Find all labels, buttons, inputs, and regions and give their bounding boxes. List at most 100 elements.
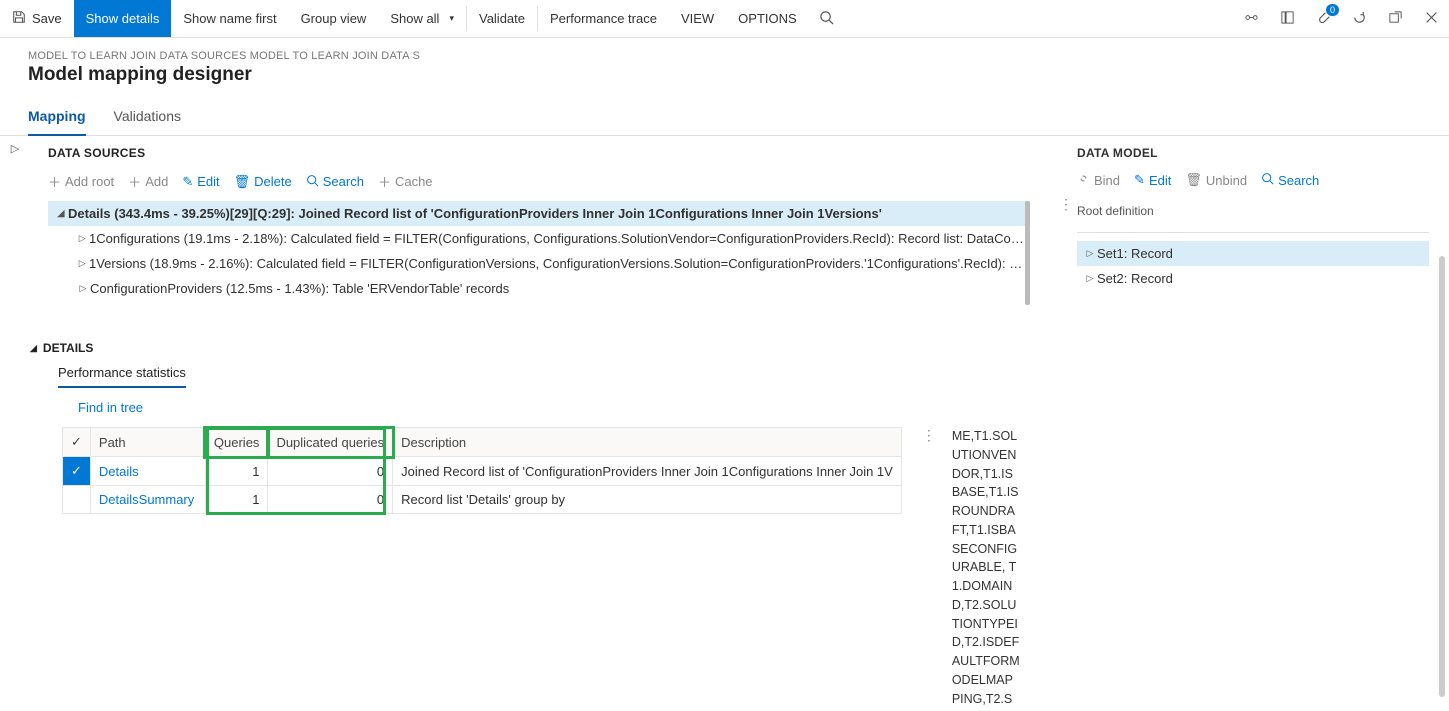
tree-row[interactable]: ▷ConfigurationProviders (12.5ms - 1.43%)… xyxy=(48,276,1030,301)
plus-icon: ＋ xyxy=(128,172,141,191)
tree-row[interactable]: ▷1Versions (18.9ms - 2.16%): Calculated … xyxy=(48,251,1030,276)
group-view-button[interactable]: Group view xyxy=(289,0,379,37)
caret-right-icon[interactable]: ▷ xyxy=(75,258,89,269)
unbind-button[interactable]: 🗑 Unbind xyxy=(1185,172,1247,188)
splitter-handle[interactable]: ⋮ xyxy=(922,427,932,707)
tree-row[interactable]: ▷Set1: Record xyxy=(1077,241,1429,266)
details-header[interactable]: ◢ DETAILS xyxy=(30,341,1041,355)
caret-down-icon[interactable]: ◢ xyxy=(54,208,68,219)
edit-button[interactable]: ✎ Edit xyxy=(182,172,219,191)
attachments-button[interactable]: 0 xyxy=(1305,0,1341,37)
page-title: Model mapping designer xyxy=(28,64,1421,86)
top-toolbar: Save Show details Show name first Group … xyxy=(0,0,1449,38)
cache-label: Cache xyxy=(395,174,433,189)
popout-button[interactable] xyxy=(1377,0,1413,37)
row-check[interactable]: ✓ xyxy=(63,457,91,486)
splitter-handle-main[interactable]: ⋮ xyxy=(1059,196,1069,213)
scrollbar[interactable] xyxy=(1025,201,1030,305)
add-label: Add xyxy=(145,174,168,189)
bind-button[interactable]: Bind xyxy=(1077,172,1120,188)
tab-validations[interactable]: Validations xyxy=(114,102,181,136)
performance-trace-button[interactable]: Performance trace xyxy=(538,0,669,37)
group-view-label: Group view xyxy=(301,11,367,26)
scrollbar[interactable] xyxy=(1439,256,1445,506)
row-path[interactable]: Details xyxy=(90,457,205,486)
search-icon xyxy=(306,174,319,190)
delete-button[interactable]: 🗑 Delete xyxy=(234,172,292,191)
check-icon: ✓ xyxy=(71,463,82,478)
col-queries[interactable]: Queries xyxy=(205,428,268,457)
save-button[interactable]: Save xyxy=(0,0,74,37)
col-path[interactable]: Path xyxy=(90,428,205,457)
office-icon-button[interactable] xyxy=(1269,0,1305,37)
breadcrumb: MODEL TO LEARN JOIN DATA SOURCES MODEL T… xyxy=(28,50,1421,62)
trash-icon: 🗑 xyxy=(234,174,251,190)
tree-row[interactable]: ▷1Configurations (19.1ms - 2.18%): Calcu… xyxy=(48,226,1030,251)
edit-dm-label: Edit xyxy=(1149,173,1171,188)
col-desc[interactable]: Description xyxy=(393,428,902,457)
col-dup[interactable]: Duplicated queries xyxy=(268,428,393,457)
view-button[interactable]: VIEW xyxy=(669,0,726,37)
plus-icon: ＋ xyxy=(378,172,391,191)
collapse-left-icon[interactable]: ▷ xyxy=(11,142,19,707)
close-button[interactable] xyxy=(1413,0,1449,37)
office-icon xyxy=(1280,10,1295,28)
search-label-ds: Search xyxy=(323,174,364,189)
tab-mapping[interactable]: Mapping xyxy=(28,102,86,136)
table-row[interactable]: ✓Details10Joined Record list of 'Configu… xyxy=(63,457,902,486)
connector-icon-button[interactable] xyxy=(1233,0,1269,37)
popout-icon xyxy=(1388,10,1403,28)
options-label: OPTIONS xyxy=(738,11,797,26)
find-in-tree-link[interactable]: Find in tree xyxy=(30,388,1041,427)
tree-row[interactable]: ▷Set2: Record xyxy=(1077,266,1429,291)
row-dup: 0 xyxy=(268,486,393,514)
edit-dm-button[interactable]: ✎ Edit xyxy=(1134,172,1171,188)
row-path[interactable]: DetailsSummary xyxy=(90,486,205,514)
show-all-button[interactable]: Show all ▾ xyxy=(378,0,466,37)
refresh-icon xyxy=(1352,10,1367,28)
validate-button[interactable]: Validate xyxy=(467,0,537,37)
scrollbar[interactable] xyxy=(1439,477,1445,697)
add-root-button[interactable]: ＋ Add root xyxy=(48,172,114,191)
perf-grid: ✓ Path Queries Duplicated queries Descri… xyxy=(62,427,902,514)
performance-trace-label: Performance trace xyxy=(550,11,657,26)
row-dup: 0 xyxy=(268,457,393,486)
cache-button[interactable]: ＋ Cache xyxy=(378,172,433,191)
caret-right-icon[interactable]: ▷ xyxy=(1083,273,1097,284)
sql-text: ME,T1.SOLUTIONVENDOR,T1.ISBASE,T1.ISROUN… xyxy=(952,429,1021,707)
caret-right-icon[interactable]: ▷ xyxy=(75,233,89,244)
caret-right-icon[interactable]: ▷ xyxy=(1083,248,1097,259)
search-dm-button[interactable]: Search xyxy=(1261,172,1319,188)
perf-stats-tab[interactable]: Performance statistics xyxy=(30,355,1041,388)
caret-right-icon[interactable]: ▷ xyxy=(76,283,90,294)
attachments-badge: 0 xyxy=(1326,4,1339,16)
plus-icon: ＋ xyxy=(48,172,61,191)
pencil-icon: ✎ xyxy=(182,174,193,190)
header-area: MODEL TO LEARN JOIN DATA SOURCES MODEL T… xyxy=(0,38,1449,86)
show-all-label: Show all xyxy=(390,11,439,26)
refresh-button[interactable] xyxy=(1341,0,1377,37)
save-label: Save xyxy=(32,11,62,26)
chevron-down-icon: ▾ xyxy=(449,13,454,24)
options-button[interactable]: OPTIONS xyxy=(726,0,809,37)
view-label: VIEW xyxy=(681,11,714,26)
row-check[interactable] xyxy=(63,486,91,514)
save-icon xyxy=(12,10,26,27)
show-details-button[interactable]: Show details xyxy=(74,0,172,37)
search-button[interactable] xyxy=(809,0,845,37)
page-tabs: Mapping Validations xyxy=(0,102,1449,136)
tree-row[interactable]: ◢Details (343.4ms - 39.25%)[29][Q:29]: J… xyxy=(48,201,1030,226)
add-button[interactable]: ＋ Add xyxy=(128,172,168,191)
data-model-panel: DATA MODEL Bind ✎ Edit 🗑 Unbind Search xyxy=(1069,136,1449,707)
trash-icon: 🗑 xyxy=(1185,172,1202,188)
tree-label: 1Versions (18.9ms - 2.16%): Calculated f… xyxy=(89,256,1024,271)
tree-label: Set2: Record xyxy=(1097,271,1173,286)
data-sources-tree: ◢Details (343.4ms - 39.25%)[29][Q:29]: J… xyxy=(30,201,1030,301)
search-button-ds[interactable]: Search xyxy=(306,172,364,191)
table-row[interactable]: DetailsSummary10Record list 'Details' gr… xyxy=(63,486,902,514)
close-icon xyxy=(1425,11,1438,27)
add-root-label: Add root xyxy=(65,174,114,189)
data-model-tree: ▷Set1: Record▷Set2: Record xyxy=(1077,241,1429,291)
show-name-first-button[interactable]: Show name first xyxy=(171,0,288,37)
col-check[interactable]: ✓ xyxy=(63,428,91,457)
